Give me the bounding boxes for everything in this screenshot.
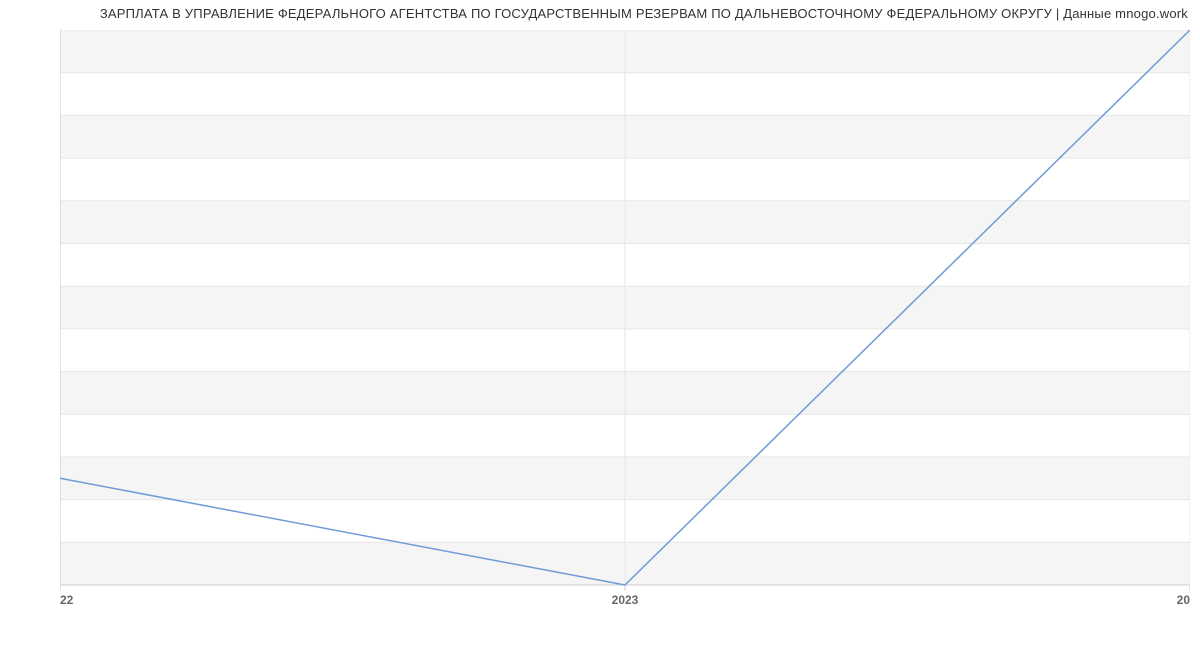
x-axis: 2022 2023 2024 <box>60 585 1190 607</box>
plot-area: 4000042000440004600048000500005200054000… <box>60 30 1190 610</box>
x-tick-label: 2023 <box>612 593 639 607</box>
salary-line-chart: ЗАРПЛАТА В УПРАВЛЕНИЕ ФЕДЕРАЛЬНОГО АГЕНТ… <box>0 0 1200 650</box>
chart-title: ЗАРПЛАТА В УПРАВЛЕНИЕ ФЕДЕРАЛЬНОГО АГЕНТ… <box>100 6 1188 21</box>
x-tick-label: 2022 <box>60 593 74 607</box>
x-tick-label: 2024 <box>1177 593 1190 607</box>
chart-svg: 4000042000440004600048000500005200054000… <box>60 30 1190 610</box>
